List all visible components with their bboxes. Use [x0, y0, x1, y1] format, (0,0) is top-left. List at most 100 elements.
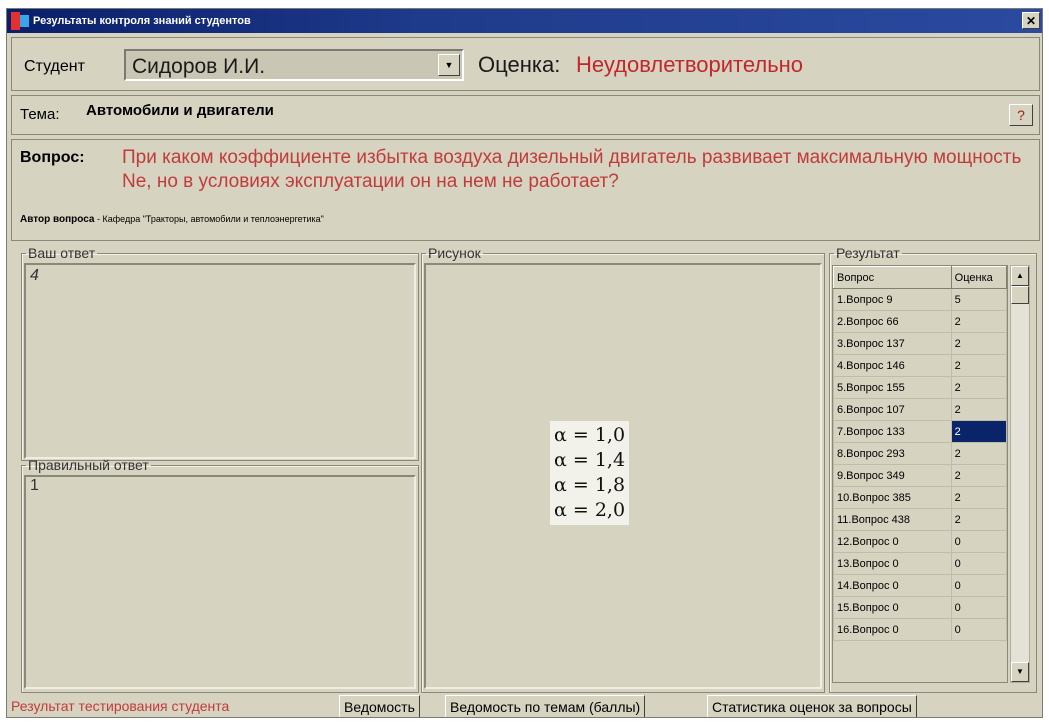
tab-strip: Результат тестирования студента Ведомост… [7, 695, 1042, 717]
table-row[interactable]: 8.Вопрос 293 2 [833, 442, 1007, 465]
question-cell[interactable]: 3.Вопрос 137 [833, 332, 952, 355]
formula-image: α = 1,0 α = 1,4 α = 1,8 α = 2,0 [550, 421, 630, 525]
question-cell[interactable]: 11.Вопрос 438 [833, 508, 952, 531]
grade-value: Неудовлетворительно [576, 52, 804, 77]
question-cell[interactable]: 7.Вопрос 133 [833, 420, 952, 443]
picture-legend: Рисунок [428, 245, 481, 261]
table-row[interactable]: 16.Вопрос 00 [833, 618, 1007, 641]
grade-cell[interactable]: 2 [950, 398, 1007, 421]
formula-line: α = 1,4 [554, 449, 626, 471]
main-window: Результаты контроля знаний студентов ✕ С… [6, 8, 1043, 718]
results-scrollbar[interactable]: ▲ ▼ [1010, 265, 1030, 683]
question-cell[interactable]: 16.Вопрос 0 [833, 618, 952, 641]
table-row[interactable]: 5.Вопрос 155 2 [833, 376, 1007, 399]
grade-cell[interactable]: 2 [950, 376, 1007, 399]
question-panel: Вопрос: При каком коэффициенте избытка в… [11, 139, 1040, 241]
formula-line: α = 2,0 [554, 499, 626, 521]
grade-cell[interactable]: 2 [950, 310, 1007, 333]
topic-panel: Тема: Автомобили и двигатели ? [11, 95, 1040, 135]
app-icon [11, 12, 29, 30]
author-value: - Кафедра "Тракторы, автомобили и теплоэ… [94, 214, 324, 224]
table-row[interactable]: 7.Вопрос 133 2 [833, 420, 1007, 443]
question-cell[interactable]: 14.Вопрос 0 [833, 574, 952, 597]
tab-vedomost-topics[interactable]: Ведомость по темам (баллы) [445, 695, 646, 717]
arrow-down-icon[interactable]: ▼ [1011, 662, 1029, 682]
grade-cell[interactable]: 2 [950, 354, 1007, 377]
grade-cell[interactable]: 0 [950, 552, 1007, 575]
question-cell[interactable]: 15.Вопрос 0 [833, 596, 952, 619]
table-row[interactable]: 3.Вопрос 137 2 [833, 332, 1007, 355]
table-row[interactable]: 2.Вопрос 66 2 [833, 310, 1007, 333]
tab-vedomost[interactable]: Ведомость [339, 695, 420, 717]
grade-cell[interactable]: 0 [950, 574, 1007, 597]
question-cell[interactable]: 10.Вопрос 385 [833, 486, 952, 509]
column-header[interactable]: Оценка [950, 266, 1007, 289]
chevron-down-icon[interactable]: ▼ [438, 54, 460, 76]
student-select[interactable]: Сидоров И.И. ▼ [124, 49, 464, 81]
table-row[interactable]: 12.Вопрос 00 [833, 530, 1007, 553]
grade-label: Оценка: [478, 52, 561, 77]
topic-label: Тема: [20, 106, 60, 123]
question-cell[interactable]: 12.Вопрос 0 [833, 530, 952, 553]
grade-cell[interactable]: 5 [950, 288, 1007, 311]
student-panel: Студент Сидоров И.И. ▼ Оценка: Неудовлет… [11, 37, 1040, 91]
table-row[interactable]: 11.Вопрос 438 2 [833, 508, 1007, 531]
grade-cell[interactable]: 0 [950, 530, 1007, 553]
formula-line: α = 1,0 [554, 424, 626, 446]
scroll-thumb[interactable] [1011, 286, 1029, 304]
table-row[interactable]: 1.Вопрос 95 [833, 288, 1007, 311]
arrow-up-icon[interactable]: ▲ [1011, 266, 1029, 286]
question-cell[interactable]: 1.Вопрос 9 [833, 288, 952, 311]
question-cell[interactable]: 4.Вопрос 146 [833, 354, 952, 377]
grade-cell[interactable]: 2 [950, 486, 1007, 509]
grade-cell[interactable]: 2 [950, 420, 1007, 443]
author-label: Автор вопроса [20, 214, 95, 225]
grade-cell[interactable]: 2 [950, 442, 1007, 465]
tab-grade-stats[interactable]: Статистика оценок за вопросы [707, 695, 917, 717]
student-value: Сидоров И.И. [132, 55, 266, 78]
column-header[interactable]: Вопрос [833, 266, 952, 289]
grade-cell[interactable]: 2 [950, 508, 1007, 531]
your-answer-value: 4 [30, 267, 39, 284]
table-row[interactable]: 6.Вопрос 107 2 [833, 398, 1007, 421]
question-label: Вопрос: [20, 149, 85, 166]
tab-student-result[interactable]: Результат тестирования студента [7, 695, 234, 717]
your-answer-box: 4 [24, 263, 416, 459]
table-row[interactable]: 15.Вопрос 00 [833, 596, 1007, 619]
table-row[interactable]: 10.Вопрос 385 2 [833, 486, 1007, 509]
student-label: Студент [24, 58, 85, 75]
topic-value: Автомобили и двигатели [86, 102, 274, 119]
table-row[interactable]: 4.Вопрос 146 2 [833, 354, 1007, 377]
picture-group: Рисунок α = 1,0 α = 1,4 α = 1,8 α = 2,0 [421, 245, 825, 693]
correct-answer-legend: Правильный ответ [28, 457, 149, 473]
window-title: Результаты контроля знаний студентов [33, 15, 251, 27]
title-bar: Результаты контроля знаний студентов ✕ [7, 9, 1042, 33]
grade-cell[interactable]: 0 [950, 618, 1007, 641]
picture-box: α = 1,0 α = 1,4 α = 1,8 α = 2,0 [424, 263, 822, 689]
question-cell[interactable]: 2.Вопрос 66 [833, 310, 952, 333]
table-row[interactable]: 9.Вопрос 349 2 [833, 464, 1007, 487]
grade-cell[interactable]: 2 [950, 332, 1007, 355]
formula-line: α = 1,8 [554, 474, 626, 496]
question-cell[interactable]: 9.Вопрос 349 [833, 464, 952, 487]
question-cell[interactable]: 13.Вопрос 0 [833, 552, 952, 575]
question-text: При каком коэффициенте избытка воздуха д… [122, 147, 1022, 192]
results-group: Результат Вопрос Оценка 1.Вопрос 9 5 2.Вопро… [829, 245, 1037, 693]
help-button[interactable]: ? [1009, 104, 1033, 126]
results-table: Вопрос Оценка 1.Вопрос 9 5 2.Вопрос 66 2 3.Воп… [833, 266, 1007, 641]
question-cell[interactable]: 8.Вопрос 293 [833, 442, 952, 465]
correct-answer-group: Правильный ответ 1 [21, 457, 419, 693]
your-answer-group: Ваш ответ 4 [21, 245, 419, 461]
correct-answer-box: 1 [24, 475, 416, 689]
table-row[interactable]: 13.Вопрос 00 [833, 552, 1007, 575]
your-answer-legend: Ваш ответ [28, 245, 96, 261]
table-row[interactable]: 14.Вопрос 00 [833, 574, 1007, 597]
table-header: Вопрос Оценка [833, 266, 1007, 289]
question-cell[interactable]: 6.Вопрос 107 [833, 398, 952, 421]
question-author: Автор вопроса - Кафедра "Тракторы, автом… [20, 214, 324, 225]
close-button[interactable]: ✕ [1022, 12, 1040, 29]
question-cell[interactable]: 5.Вопрос 155 [833, 376, 952, 399]
results-grid[interactable]: Вопрос Оценка 1.Вопрос 9 5 2.Вопрос 66 2 3.Воп… [832, 265, 1008, 683]
grade-cell[interactable]: 0 [950, 596, 1007, 619]
grade-cell[interactable]: 2 [950, 464, 1007, 487]
